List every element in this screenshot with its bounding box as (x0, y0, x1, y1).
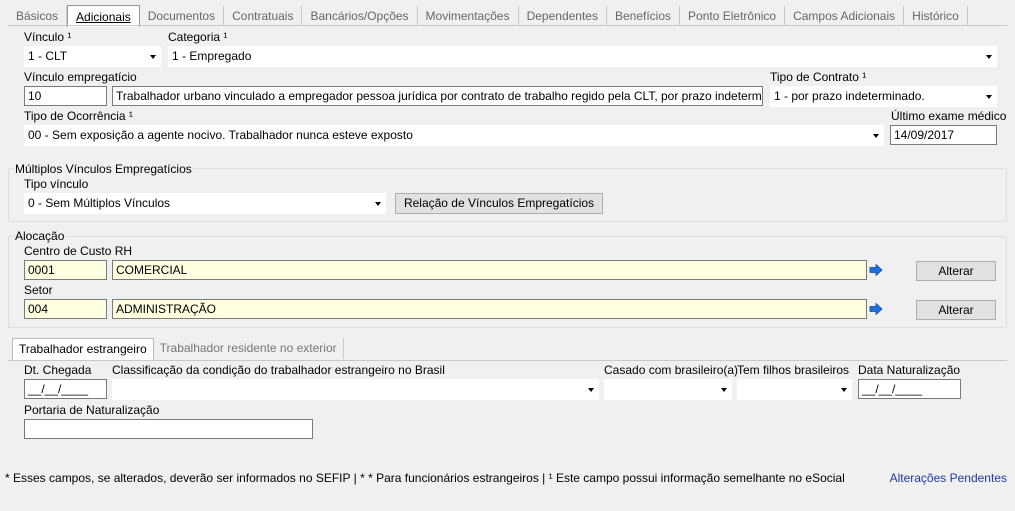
tipo-contrato-select[interactable]: 1 - por prazo indeterminado. (770, 86, 997, 107)
arrow-right-icon[interactable] (869, 303, 883, 315)
chevron-down-icon (588, 388, 594, 392)
tab-trabalhador-residente-exterior[interactable]: Trabalhador residente no exterior (154, 338, 344, 359)
tab-ponto-eletronico[interactable]: Ponto Eletrônico (680, 6, 786, 26)
footer-note: * Esses campos, se alterados, deverão se… (5, 471, 845, 485)
tab-contratuais[interactable]: Contratuais (224, 6, 303, 26)
tab-trabalhador-estrangeiro[interactable]: Trabalhador estrangeiro (12, 338, 154, 361)
vinculo-select[interactable]: 1 - CLT (24, 46, 161, 67)
setor-label: Setor (24, 283, 53, 297)
chevron-down-icon (986, 55, 992, 59)
tab-adicionais-label: Adicionais (76, 10, 131, 24)
relacao-vinculos-button[interactable]: Relação de Vínculos Empregatícios (395, 193, 603, 214)
tab-basicos[interactable]: Básicos (8, 6, 68, 26)
tab-movimentacoes[interactable]: Movimentações (418, 6, 519, 26)
tipo-vinculo-label: Tipo vínculo (24, 177, 89, 191)
arrow-right-icon[interactable] (869, 264, 883, 276)
vinculo-value: 1 - CLT (28, 49, 68, 63)
data-naturalizacao-input[interactable]: __/__/____ (858, 379, 961, 399)
classificacao-label: Classificação da condição do trabalhador… (112, 363, 445, 377)
centro-custo-label: Centro de Custo RH (24, 244, 133, 258)
vinculo-empregaticio-label: Vínculo empregatício (24, 70, 137, 84)
tab-bancarios[interactable]: Bancários/Opções (302, 6, 418, 26)
main-tabs: Básicos Adicionais Documentos Contratuai… (8, 4, 968, 27)
vinculo-empregaticio-code-input[interactable]: 10 (24, 86, 107, 106)
dt-chegada-input[interactable]: __/__/____ (24, 379, 107, 399)
dt-chegada-label: Dt. Chegada (24, 363, 92, 377)
tab-adicionais[interactable]: Adicionais (67, 5, 140, 27)
portaria-label: Portaria de Naturalização (24, 403, 160, 417)
centro-custo-code-input[interactable]: 0001 (24, 260, 107, 280)
tab-beneficios[interactable]: Benefícios (607, 6, 681, 26)
tipo-ocorrencia-label: Tipo de Ocorrência ¹ (24, 109, 133, 123)
setor-name-input: ADMINISTRAÇÃO (112, 299, 867, 319)
subtab-divider (8, 360, 1007, 361)
chevron-down-icon (375, 202, 381, 206)
filhos-label: Tem filhos brasileiros (737, 363, 850, 377)
categoria-select[interactable]: 1 - Empregado (168, 46, 997, 67)
tab-dependentes[interactable]: Dependentes (519, 6, 607, 26)
vinculo-label: Vínculo ¹ (24, 30, 72, 44)
tipo-ocorrencia-select[interactable]: 00 - Sem exposição a agente nocivo. Trab… (24, 125, 884, 146)
tipo-vinculo-value: 0 - Sem Múltiplos Vínculos (28, 196, 171, 210)
setor-code-input[interactable]: 004 (24, 299, 107, 319)
tab-documentos[interactable]: Documentos (140, 6, 225, 26)
chevron-down-icon (721, 388, 727, 392)
casado-select[interactable] (604, 379, 732, 400)
estrangeiro-tabs: Trabalhador estrangeiro Trabalhador resi… (12, 338, 344, 361)
portaria-input[interactable] (24, 419, 313, 439)
tab-historico[interactable]: Histórico (904, 6, 968, 26)
data-naturalizacao-label: Data Naturalização (858, 363, 961, 377)
tipo-contrato-label: Tipo de Contrato ¹ (770, 70, 867, 84)
tipo-vinculo-select[interactable]: 0 - Sem Múltiplos Vínculos (24, 193, 386, 214)
alterar-centro-button[interactable]: Alterar (916, 261, 996, 281)
classificacao-select[interactable] (112, 379, 599, 400)
filhos-select[interactable] (737, 379, 852, 400)
chevron-down-icon (986, 95, 992, 99)
categoria-label: Categoria ¹ (168, 30, 228, 44)
multiplos-vinculos-title: Múltiplos Vínculos Empregatícios (14, 162, 193, 176)
alterar-setor-button[interactable]: Alterar (916, 300, 996, 320)
ultimo-exame-input[interactable]: 14/09/2017 (890, 125, 997, 145)
tipo-contrato-value: 1 - por prazo indeterminado. (774, 89, 925, 103)
chevron-down-icon (873, 134, 879, 138)
tipo-ocorrencia-value: 00 - Sem exposição a agente nocivo. Trab… (28, 128, 413, 142)
tab-divider (8, 25, 1007, 26)
chevron-down-icon (150, 55, 156, 59)
ultimo-exame-label: Último exame médico (891, 109, 1007, 123)
tab-campos-adicionais[interactable]: Campos Adicionais (785, 6, 905, 26)
alteracoes-pendentes-link[interactable]: Alterações Pendentes (890, 471, 1007, 485)
alocacao-title: Alocação (14, 229, 66, 243)
casado-label: Casado com brasileiro(a) (604, 363, 739, 377)
centro-custo-name-input: COMERCIAL (112, 260, 867, 280)
vinculo-empregaticio-description: Trabalhador urbano vinculado a empregado… (112, 86, 763, 106)
chevron-down-icon (841, 388, 847, 392)
categoria-value: 1 - Empregado (172, 49, 252, 63)
